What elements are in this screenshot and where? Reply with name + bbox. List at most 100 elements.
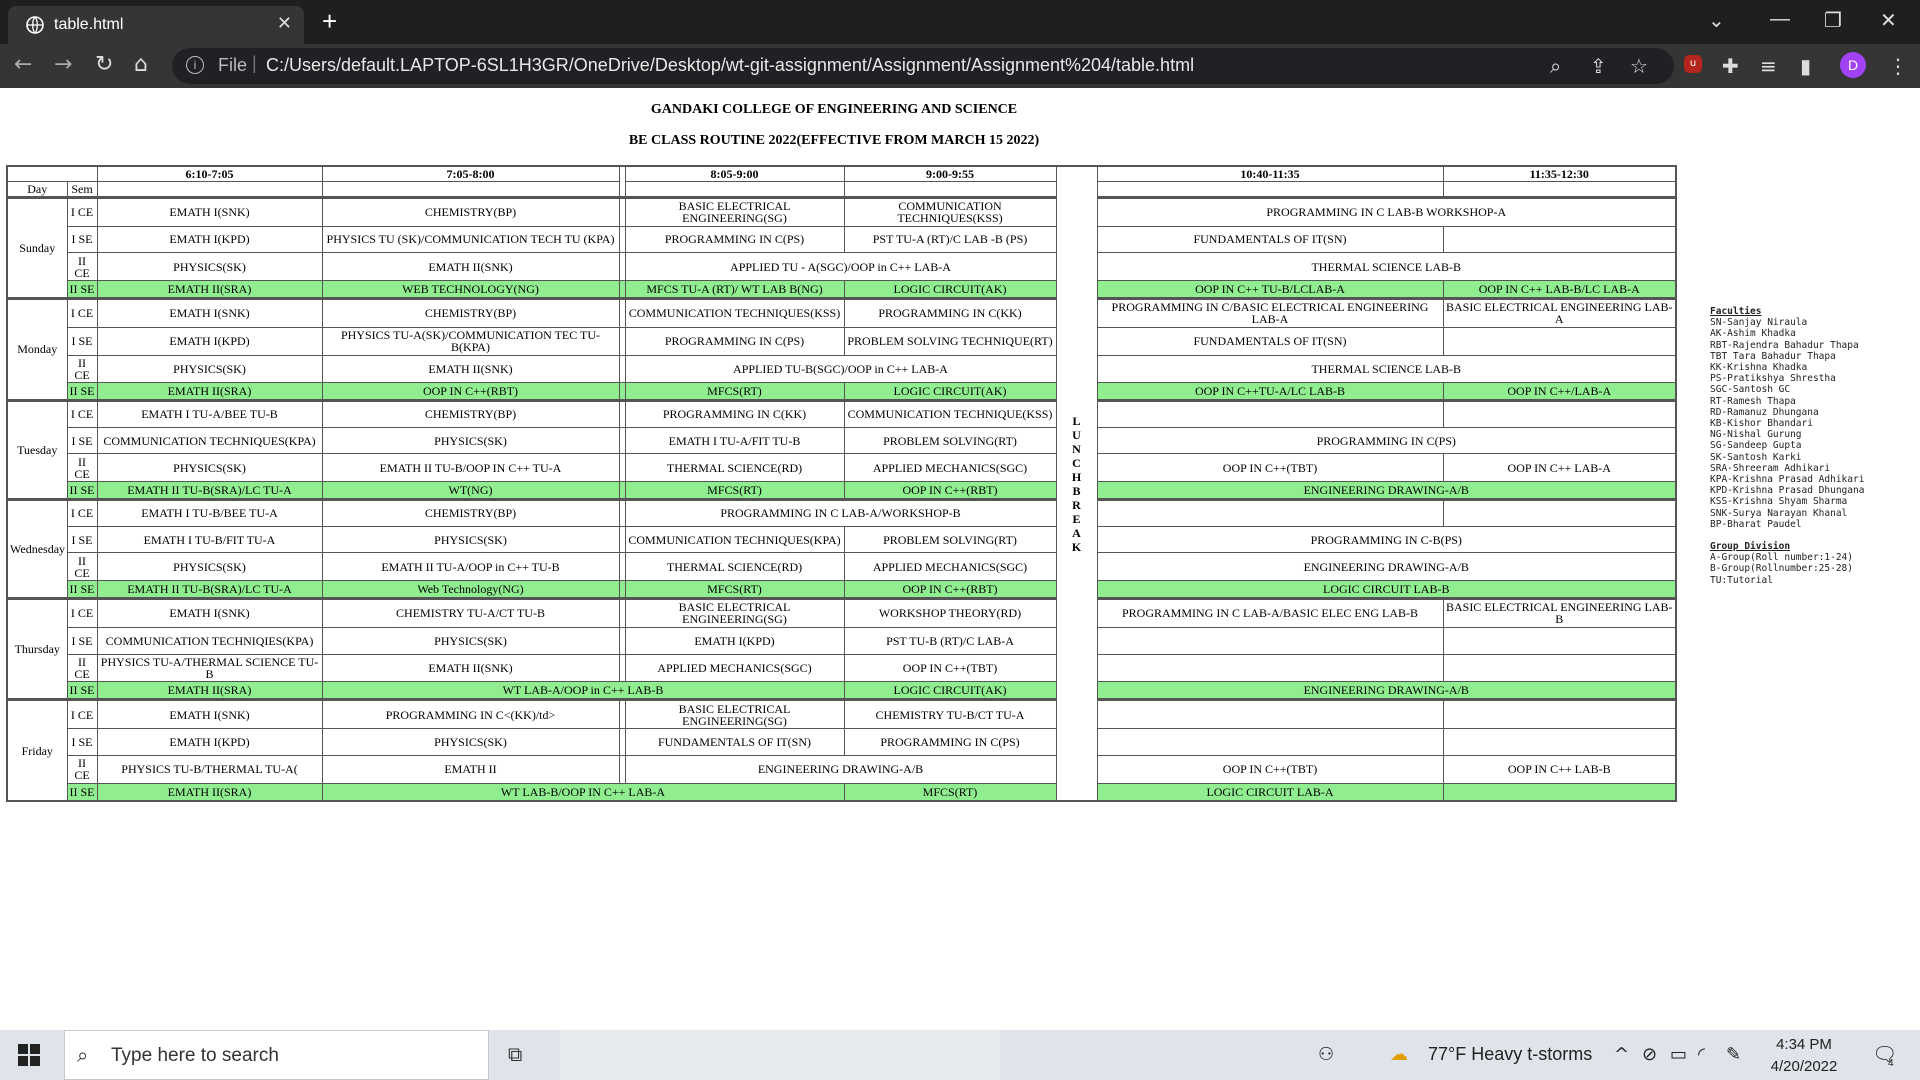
college-heading: GANDAKI COLLEGE OF ENGINEERING AND SCIEN… bbox=[650, 102, 1018, 117]
class-cell: EMATH I TU-B/FIT TU-A bbox=[96, 525, 323, 554]
class-cell bbox=[1096, 728, 1444, 756]
back-icon[interactable]: ← bbox=[14, 52, 32, 77]
class-cell: APPLIED MECHANICS(SGC) bbox=[624, 653, 845, 683]
media-control-icon[interactable]: ≡ bbox=[1760, 54, 1777, 78]
class-cell: MFCS(RT) bbox=[843, 782, 1057, 802]
class-cell bbox=[1096, 498, 1444, 527]
class-cell: OOP IN C++ LAB-A bbox=[1442, 453, 1677, 483]
address-bar[interactable]: i File | C:/Users/default.LAPTOP-6SL1H3G… bbox=[172, 48, 1674, 84]
class-cell: PROGRAMMING IN C<(KK)/td> bbox=[321, 698, 620, 730]
faculty-entry: KB-Kishor Bhandari bbox=[1710, 418, 1813, 430]
close-tab-icon[interactable]: ✕ bbox=[277, 13, 292, 34]
semester-label: I SE bbox=[66, 525, 98, 554]
class-cell: EMATH I(KPD) bbox=[96, 326, 323, 356]
battery-icon[interactable]: ▭ bbox=[1670, 1044, 1687, 1065]
notification-count: 4 bbox=[1888, 1058, 1894, 1069]
corner-cell bbox=[6, 165, 98, 183]
url-text[interactable]: C:/Users/default.LAPTOP-6SL1H3GR/OneDriv… bbox=[266, 55, 1194, 76]
class-cell bbox=[1096, 399, 1444, 428]
lunch-letter: R bbox=[1072, 497, 1081, 512]
class-cell: COMMUNICATION TECHNIQUES(KSS) bbox=[843, 195, 1057, 227]
class-cell: EMATH I TU-A/BEE TU-B bbox=[96, 399, 323, 428]
browser-tab[interactable]: table.html ✕ bbox=[8, 6, 304, 44]
minimize-icon[interactable]: — bbox=[1770, 8, 1790, 31]
system-clock[interactable]: 4:34 PM 4/20/2022 bbox=[1760, 1034, 1848, 1078]
routine-row: Friday I CE EMATH I(SNK) PROGRAMMING IN C<(… bbox=[6, 698, 1677, 802]
bookmark-star-icon[interactable]: ☆ bbox=[1630, 54, 1648, 78]
semester-label: I CE bbox=[66, 296, 98, 328]
routine-row: Monday I CE EMATH I(SNK) CHEMISTRY(BP) COMMU… bbox=[6, 296, 1677, 402]
class-cell: EMATH II TU-B(SRA)/LC TU-A bbox=[96, 580, 323, 599]
weather-text[interactable]: 77°F Heavy t-storms bbox=[1428, 1044, 1592, 1065]
class-cell: CHEMISTRY TU-A/CT TU-B bbox=[321, 596, 620, 628]
class-cell bbox=[1096, 698, 1444, 730]
class-cell: PST TU-A (RT)/C LAB -B (PS) bbox=[843, 225, 1057, 254]
class-cell: EMATH I(SNK) bbox=[96, 195, 323, 227]
extensions-puzzle-icon[interactable]: ✚ bbox=[1722, 54, 1739, 78]
class-cell bbox=[1442, 698, 1677, 730]
profile-avatar[interactable]: D bbox=[1840, 52, 1866, 78]
semester-label: II CE bbox=[66, 754, 98, 784]
faculty-entry: SK-Santosh Karki bbox=[1710, 451, 1802, 463]
group-list: A-Group(Roll number:1-24) B-Group(Rollnum… bbox=[1710, 552, 1864, 586]
class-cell: OOP IN C++ TU-B/LCLAB-A bbox=[1096, 280, 1444, 299]
class-cell: APPLIED TU - A(SGC)/OOP in C++ LAB-A bbox=[624, 252, 1057, 282]
pen-icon[interactable]: ✎ bbox=[1726, 1044, 1741, 1065]
people-icon[interactable]: ⚇ bbox=[1318, 1044, 1334, 1065]
close-window-icon[interactable]: ✕ bbox=[1880, 8, 1897, 33]
network-error-icon[interactable]: ⊘ bbox=[1642, 1044, 1657, 1065]
class-cell: PROGRAMMING IN C LAB-B WORKSHOP-A bbox=[1096, 195, 1677, 227]
class-cell: PHYSICS TU (SK)/COMMUNICATION TECH TU (K… bbox=[321, 225, 620, 254]
class-cell: BASIC ELECTRICAL ENGINEERING(SG) bbox=[624, 596, 845, 628]
class-cell bbox=[1442, 326, 1677, 356]
faculty-entry: TBT Tara Bahadur Thapa bbox=[1710, 350, 1836, 362]
task-view-icon[interactable]: ⧉ bbox=[508, 1042, 522, 1066]
class-cell: WT LAB-A/OOP in C++ LAB-B bbox=[321, 681, 845, 701]
day-monday: Monday bbox=[6, 296, 68, 402]
time-slot-header: 8:05-9:00 bbox=[624, 165, 845, 183]
reload-icon[interactable]: ↻ bbox=[95, 52, 113, 77]
semester-label: I SE bbox=[66, 728, 98, 756]
class-cell: EMATH II bbox=[321, 754, 620, 784]
class-cell: EMATH I(SNK) bbox=[96, 596, 323, 628]
class-cell: EMATH II TU-B(SRA)/LC TU-A bbox=[96, 481, 323, 501]
weather-icon[interactable]: ☁ bbox=[1390, 1044, 1408, 1065]
routine-row: II SE EMATH II(SRA) WEB TECHNOLOGY(NG) MFCS… bbox=[7, 280, 1677, 299]
class-cell: EMATH I TU-A/FIT TU-B bbox=[624, 426, 845, 455]
windows-start-icon[interactable] bbox=[18, 1044, 40, 1066]
new-tab-button[interactable]: + bbox=[322, 6, 337, 37]
faculty-entry: PS-Pratikshya Shrestha bbox=[1710, 373, 1836, 385]
forward-icon[interactable]: → bbox=[54, 52, 72, 77]
clock-time: 4:34 PM bbox=[1776, 1036, 1832, 1053]
zoom-icon[interactable]: ⌕ bbox=[1550, 54, 1561, 78]
info-icon[interactable]: i bbox=[186, 56, 204, 74]
routine-row: I SE EMATH I(KPD) PHYSICS TU (SK)/COMMUNIC… bbox=[7, 225, 1677, 254]
class-cell: OOP IN C++(RBT) bbox=[843, 481, 1057, 501]
restore-icon[interactable]: ❐ bbox=[1824, 8, 1842, 33]
class-cell: CHEMISTRY(BP) bbox=[321, 399, 620, 428]
show-hidden-icons-chevron[interactable]: ^ bbox=[1614, 1044, 1629, 1065]
page-content: GANDAKI COLLEGE OF ENGINEERING AND SCIEN… bbox=[0, 88, 1920, 1030]
class-cell: PROGRAMMING IN C-B(PS) bbox=[1096, 525, 1677, 554]
routine-row: I SE COMMUNICATION TECHNIQUES(KPA) PHYSICS… bbox=[7, 426, 1677, 455]
wifi-icon[interactable]: ◜ bbox=[1698, 1044, 1705, 1065]
browser-menu-icon[interactable]: ⋮ bbox=[1888, 54, 1908, 78]
side-panel-icon[interactable]: ▮ bbox=[1800, 54, 1811, 78]
semester-label: II CE bbox=[66, 552, 98, 582]
home-icon[interactable]: ⌂ bbox=[134, 52, 148, 77]
faculty-entry: SGC-Santosh GC bbox=[1710, 384, 1791, 396]
class-cell: FUNDAMENTALS OF IT(SN) bbox=[1096, 326, 1444, 356]
search-icon: ⌕ bbox=[77, 1043, 89, 1067]
ublock-extension-icon[interactable]: u bbox=[1684, 55, 1702, 73]
class-cell: EMATH II(SRA) bbox=[96, 782, 323, 802]
faculty-entry: SN-Sanjay Niraula bbox=[1710, 317, 1808, 329]
tab-search-icon[interactable]: ⌄ bbox=[1708, 8, 1725, 33]
browser-toolbar: ← → ↻ ⌂ i File | C:/Users/default.LAPTOP… bbox=[0, 44, 1920, 88]
taskbar-search-box[interactable]: ⌕ Type here to search bbox=[64, 1030, 489, 1080]
share-icon[interactable]: ⇪ bbox=[1590, 54, 1607, 78]
semester-label: II CE bbox=[66, 653, 98, 683]
class-cell: WEB TECHNOLOGY(NG) bbox=[321, 280, 620, 299]
address-separator: | bbox=[252, 53, 257, 73]
faculty-entry: SNK-Surya Narayan Khanal bbox=[1710, 507, 1848, 519]
class-cell bbox=[1442, 653, 1677, 683]
